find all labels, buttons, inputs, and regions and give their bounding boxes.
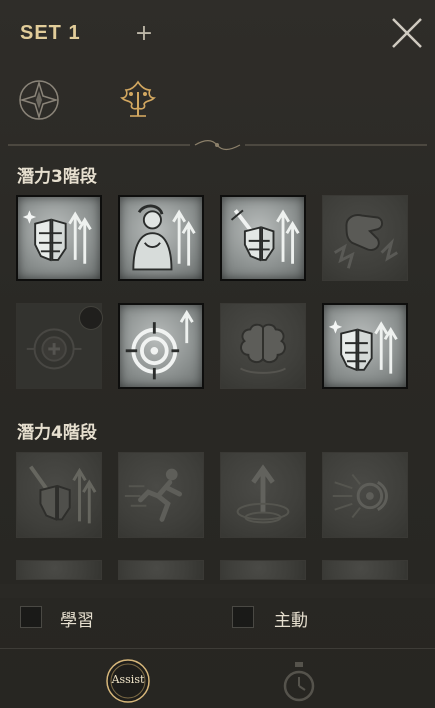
stage3-tile-sword-armor-up[interactable]: [220, 195, 306, 281]
close-icon: [392, 18, 422, 48]
stage3-tile-armor-up[interactable]: [16, 195, 102, 281]
stage3-tile-brain[interactable]: [220, 303, 306, 389]
energy-burst-icon: [332, 473, 388, 519]
brain-icon: [240, 323, 286, 374]
scroll-mask: [0, 584, 435, 598]
compass-emblem-tab[interactable]: [17, 78, 61, 122]
fist-shatter-icon: [333, 214, 398, 269]
stage4-tile-energy-burst[interactable]: [322, 452, 408, 538]
stage3-tile-heal-locked[interactable]: [16, 303, 103, 389]
active-option[interactable]: 主動: [232, 604, 392, 632]
stopwatch-button[interactable]: [282, 660, 316, 704]
compass-star-icon: [19, 80, 59, 120]
lock-indicator-icon: [79, 306, 103, 330]
stage3-title: 潛力3階段: [17, 167, 97, 187]
stage4-grid: [16, 452, 410, 592]
learn-checkbox[interactable]: [20, 606, 42, 628]
ornate-tree-icon: [120, 80, 156, 117]
stage4-tile-sprint[interactable]: [118, 452, 204, 538]
stage3-tile-fist-shatter[interactable]: [322, 195, 408, 281]
sprint-icon: [124, 468, 182, 522]
armor-up-icon: [22, 210, 92, 264]
sword-armor-up-icon: [230, 209, 300, 264]
learn-label: 學習: [60, 611, 94, 631]
learn-option[interactable]: 學習: [20, 604, 180, 632]
active-label: 主動: [274, 611, 308, 631]
assist-button[interactable]: Assist: [105, 658, 151, 704]
stage3-tile-warrior-up[interactable]: [118, 195, 204, 281]
stage4-tile-row2-3[interactable]: [220, 560, 306, 580]
add-set-button[interactable]: +: [132, 22, 156, 46]
warrior-up-icon: [132, 204, 196, 271]
stage3-tile-crosshair-up[interactable]: [118, 303, 204, 389]
footer-divider: [0, 648, 435, 649]
stage4-tile-arrow-ring[interactable]: [220, 452, 306, 538]
tree-emblem-tab[interactable]: [116, 78, 160, 122]
assist-label: Assist: [111, 673, 145, 686]
ornament-divider: [0, 136, 435, 151]
stage4-tile-sword-armor-up[interactable]: [16, 452, 102, 538]
stage3-tile-armor-up-2[interactable]: [322, 303, 408, 389]
stopwatch-icon: [283, 662, 315, 702]
stage4-tile-row2-2[interactable]: [118, 560, 204, 580]
set-title[interactable]: SET 1: [20, 22, 81, 45]
stage4-tile-row2-4[interactable]: [322, 560, 408, 580]
potential-panel: SET 1 + 潛力3階段 潛力4階段 學習 主動 Assist: [0, 0, 435, 708]
stage4-title: 潛力4階段: [17, 423, 97, 443]
close-button[interactable]: [388, 14, 426, 52]
crosshair-up-icon: [125, 309, 194, 380]
active-checkbox[interactable]: [232, 606, 254, 628]
sword-armor-up-icon: [29, 465, 97, 524]
armor-up-icon: [328, 320, 398, 374]
stage3-grid: [16, 195, 410, 395]
arrow-ring-icon: [236, 464, 290, 524]
stage4-tile-row2-1[interactable]: [16, 560, 102, 580]
